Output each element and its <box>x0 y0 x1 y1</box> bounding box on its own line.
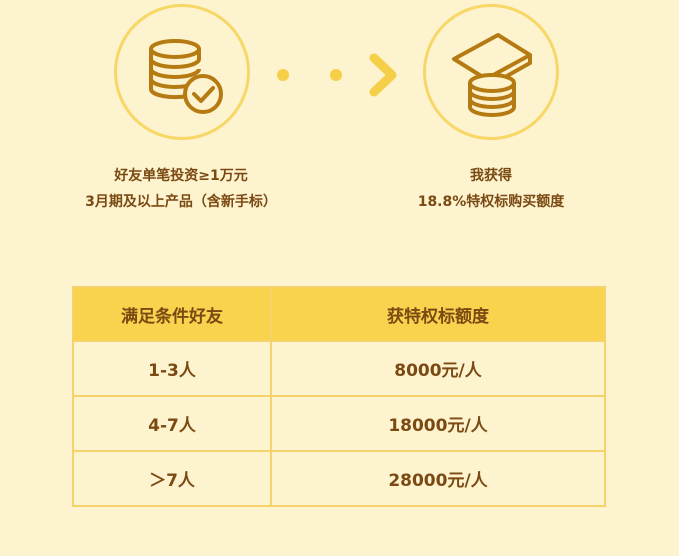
table-row: ＞7人 28000元/人 <box>72 450 606 507</box>
step2-icon-circle <box>423 4 559 140</box>
quota-cell: 8000元/人 <box>270 340 606 397</box>
header-friends-condition: 满足条件好友 <box>72 286 272 342</box>
header-quota: 获特权标额度 <box>270 286 606 342</box>
step1-caption-line2: 3月期及以上产品（含新手标） <box>85 194 277 210</box>
step2-caption: 我获得 18.8%特权标购买额度 <box>350 163 632 215</box>
chevron-right-icon <box>369 53 397 97</box>
quota-cell: 28000元/人 <box>270 450 606 507</box>
coins-check-icon <box>149 39 223 114</box>
cash-coins-icon <box>452 33 532 117</box>
progress-dot <box>277 69 289 81</box>
table-row: 4-7人 18000元/人 <box>72 395 606 452</box>
reward-table: 满足条件好友 获特权标额度 1-3人 8000元/人 4-7人 18000元/人… <box>72 286 606 507</box>
step2-caption-line2: 18.8%特权标购买额度 <box>417 194 565 210</box>
step2-caption-line1: 我获得 <box>470 168 512 184</box>
friends-count-cell: ＞7人 <box>72 450 272 507</box>
progress-dot <box>330 69 342 81</box>
friends-count-cell: 4-7人 <box>72 395 272 452</box>
friends-count-cell: 1-3人 <box>72 340 272 397</box>
table-header-row: 满足条件好友 获特权标额度 <box>72 286 606 342</box>
table-row: 1-3人 8000元/人 <box>72 340 606 397</box>
quota-cell: 18000元/人 <box>270 395 606 452</box>
step1-caption: 好友单笔投资≥1万元 3月期及以上产品（含新手标） <box>40 163 322 215</box>
step1-icon-circle <box>114 4 250 140</box>
step1-caption-line1: 好友单笔投资≥1万元 <box>114 168 248 184</box>
